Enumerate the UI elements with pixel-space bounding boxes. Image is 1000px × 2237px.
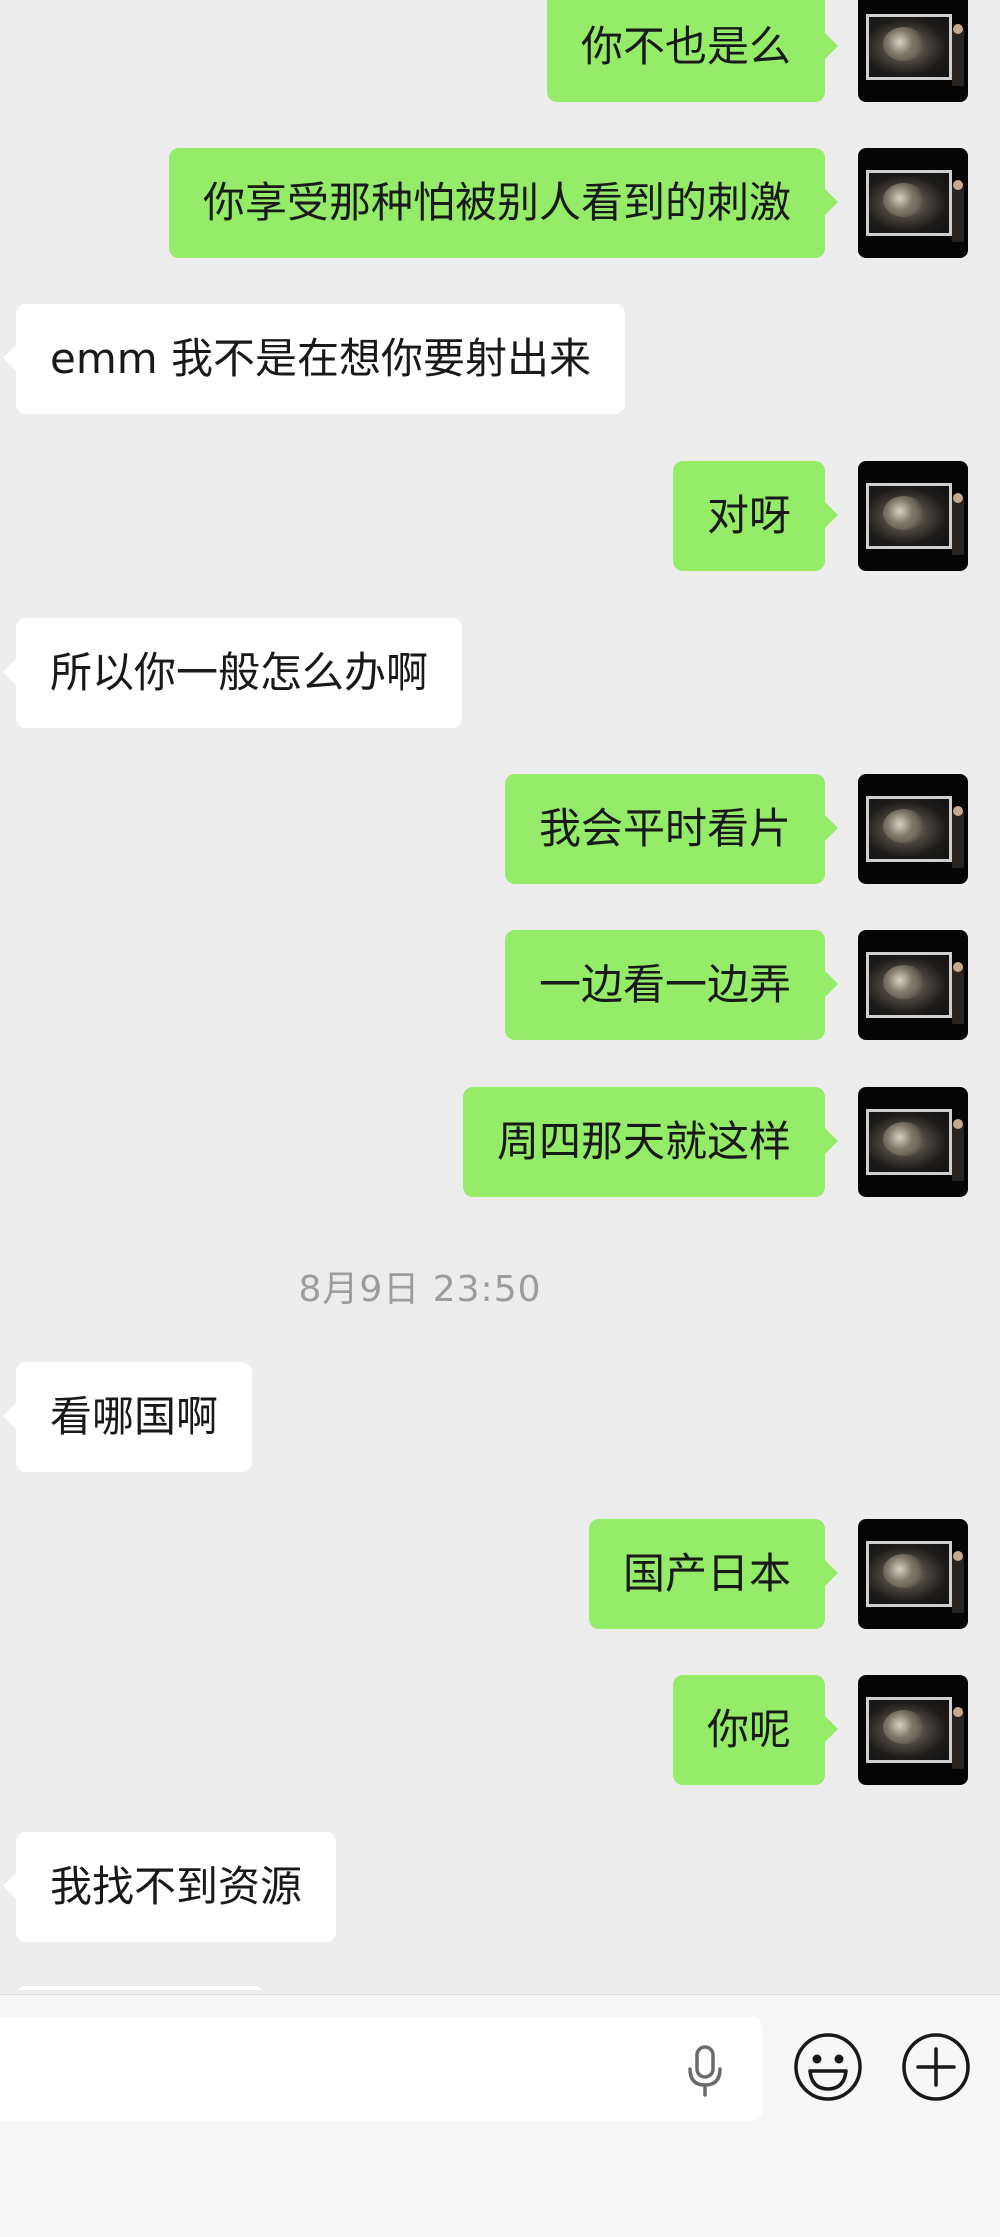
message-row: emm 我不是在想你要射出来 bbox=[0, 304, 1000, 414]
message-row: 你享受那种怕被别人看到的刺激 bbox=[0, 148, 1000, 258]
my-avatar[interactable] bbox=[858, 1675, 968, 1785]
other-message-bubble[interactable]: 我找不到资源 bbox=[2, 1832, 337, 1942]
my-message-bubble[interactable]: 一边看一边弄 bbox=[504, 930, 839, 1040]
plus-icon[interactable] bbox=[900, 2031, 972, 2103]
message-row: 我找不到资源 bbox=[0, 1832, 1000, 1942]
message-timestamp: 8月9日 23:50 bbox=[298, 1269, 542, 1310]
message-row: 看哪国啊 bbox=[0, 1362, 1000, 1472]
smiley-icon[interactable] bbox=[792, 2031, 864, 2103]
my-avatar[interactable] bbox=[858, 1519, 968, 1629]
my-message-bubble[interactable]: 国产日本 bbox=[588, 1519, 839, 1629]
my-message-bubble[interactable]: 你享受那种怕被别人看到的刺激 bbox=[168, 148, 839, 258]
my-avatar[interactable] bbox=[858, 148, 968, 258]
my-message-bubble[interactable]: 你呢 bbox=[672, 1675, 839, 1785]
chat-message-list[interactable]: 你不也是么 你享受那种怕被别人看到的刺激 emm 我不是在想你要射出来 对呀 所… bbox=[0, 0, 1000, 1990]
message-row: 周四那天就这样 bbox=[0, 1087, 1000, 1197]
other-message-bubble[interactable]: 所以你一般怎么办啊 bbox=[2, 618, 463, 728]
my-message-bubble[interactable]: 我会平时看片 bbox=[504, 774, 839, 884]
my-message-bubble[interactable]: 你不也是么 bbox=[546, 0, 839, 102]
other-message-bubble[interactable]: emm 我不是在想你要射出来 bbox=[2, 304, 626, 414]
message-row: 你呢 bbox=[0, 1675, 1000, 1785]
other-message-bubble[interactable]: 看哪国啊 bbox=[2, 1362, 253, 1472]
my-avatar[interactable] bbox=[858, 0, 968, 102]
message-input[interactable] bbox=[0, 2017, 762, 2121]
message-row: 国产日本 bbox=[0, 1519, 1000, 1629]
my-avatar[interactable] bbox=[858, 1087, 968, 1197]
other-message-bubble-partial bbox=[16, 1986, 264, 1990]
my-avatar[interactable] bbox=[858, 774, 968, 884]
my-message-bubble[interactable]: 周四那天就这样 bbox=[462, 1087, 839, 1197]
chat-input-bar bbox=[0, 1994, 1000, 2237]
message-row: 一边看一边弄 bbox=[0, 930, 1000, 1040]
message-row: 我会平时看片 bbox=[0, 774, 1000, 884]
message-row: 你不也是么 bbox=[0, 0, 1000, 102]
message-row: 所以你一般怎么办啊 bbox=[0, 618, 1000, 728]
my-avatar[interactable] bbox=[858, 930, 968, 1040]
microphone-icon[interactable] bbox=[680, 2041, 730, 2101]
message-row: 对呀 bbox=[0, 461, 1000, 571]
my-avatar[interactable] bbox=[858, 461, 968, 571]
my-message-bubble[interactable]: 对呀 bbox=[672, 461, 839, 571]
